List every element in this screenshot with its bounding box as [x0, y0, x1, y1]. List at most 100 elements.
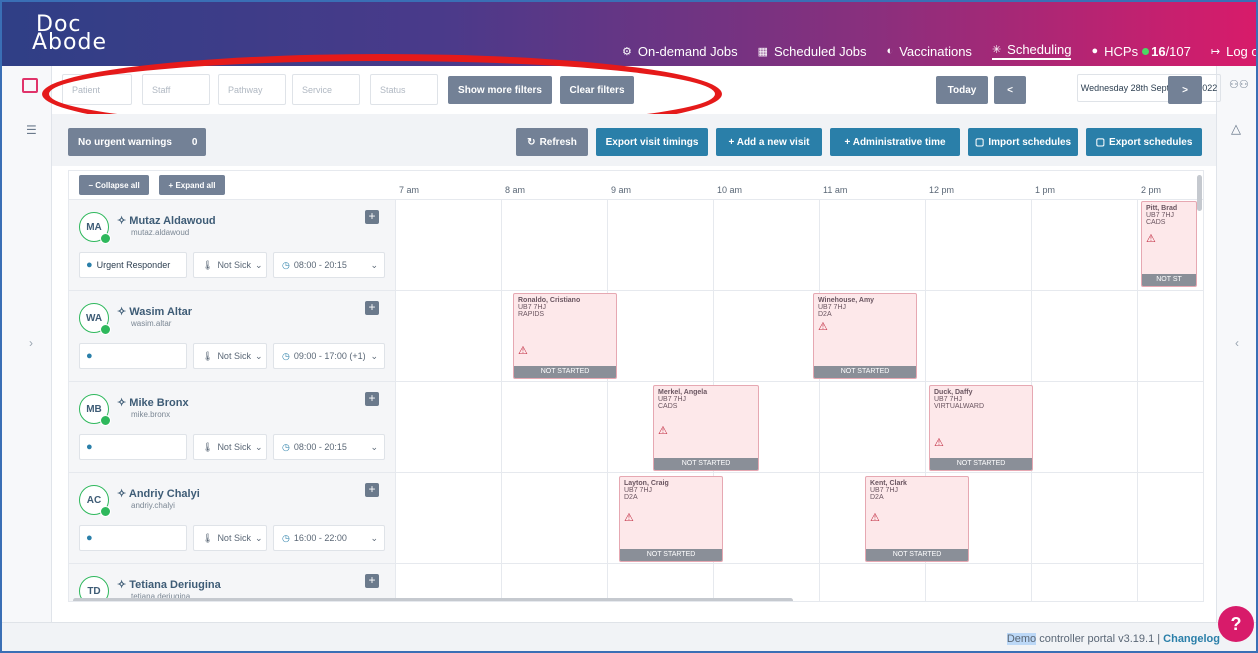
thermometer-icon: 🌡 [202, 350, 214, 361]
add-visit-icon[interactable]: + [365, 210, 379, 224]
shift-time-select[interactable]: ◷ 16:00 - 22:00 ⌄ [273, 525, 385, 551]
visit-card[interactable]: Kent, Clark UB7 7HJ D2A ⚠ NOT STARTED [865, 476, 969, 562]
calendar-view-icon[interactable] [22, 78, 38, 93]
nav-scheduled-jobs[interactable]: ▦ Scheduled Jobs [758, 42, 867, 60]
chevron-down-icon: ⌄ [370, 350, 378, 361]
staff-username: wasim.altar [131, 319, 172, 328]
export-visit-timings-button[interactable]: Export visit timings [596, 128, 708, 156]
visit-card[interactable]: Duck, Daffy UB7 7HJ VIRTUALWARD ⚠ NOT ST… [929, 385, 1033, 471]
role-field[interactable]: ● [79, 343, 187, 369]
sick-status-select[interactable]: 🌡 Not Sick ⌄ [193, 525, 267, 551]
staff-name[interactable]: ✧ Mutaz Aldawoud [117, 214, 216, 227]
chevron-down-icon: ⌄ [370, 532, 378, 543]
visit-card[interactable]: Layton, Craig UB7 7HJ D2A ⚠ NOT STARTED [619, 476, 723, 562]
next-day-button[interactable]: > [1168, 76, 1202, 104]
role-field[interactable]: ● [79, 525, 187, 551]
visit-card[interactable]: Ronaldo, Cristiano UB7 7HJ RAPIDS ⚠ NOT … [513, 293, 617, 379]
vertical-scrollbar[interactable] [1197, 175, 1202, 211]
pin-icon[interactable]: ✧ [117, 579, 129, 591]
time-label: 10 am [717, 185, 743, 195]
pathway-filter[interactable]: Pathway [218, 74, 286, 105]
thermometer-icon: 🌡 [202, 441, 214, 452]
service-filter[interactable]: Service [292, 74, 360, 105]
visit-status: NOT STARTED [814, 366, 916, 378]
nav-hcps[interactable]: ● HCPs 16/107 [1091, 42, 1190, 60]
add-visit-icon[interactable]: + [365, 301, 379, 315]
role-field[interactable]: ● [79, 434, 187, 460]
team-icon[interactable]: ⚇⚇ [1229, 78, 1249, 91]
staff-name[interactable]: ✧ Mike Bronx [117, 396, 189, 409]
patient-filter[interactable]: Patient [62, 74, 132, 105]
add-new-visit-button[interactable]: + Add a new visit [716, 128, 822, 156]
avatar: WA [79, 303, 111, 335]
shift-time-select[interactable]: ◷ 08:00 - 20:15 ⌄ [273, 252, 385, 278]
clear-filters-button[interactable]: Clear filters [560, 76, 634, 104]
nav-on-demand-jobs[interactable]: ⚙ On-demand Jobs [622, 42, 738, 60]
thermometer-icon: 🌡 [202, 259, 214, 270]
staff-row: TD ✧ Tetiana Deriugina tetiana.deriugina… [69, 564, 395, 601]
staff-name-label: Mike Bronx [129, 397, 189, 409]
sick-status-select[interactable]: 🌡 Not Sick ⌄ [193, 434, 267, 460]
filter-bar: Patient Staff Pathway Service Status Sho… [52, 66, 1221, 114]
visit-status: NOT STARTED [654, 458, 758, 470]
shift-time-select[interactable]: ◷ 08:00 - 20:15 ⌄ [273, 434, 385, 460]
sick-status-select[interactable]: 🌡 Not Sick ⌄ [193, 343, 267, 369]
expand-all-button[interactable]: + Expand all [159, 175, 225, 195]
staff-name-label: Mutaz Aldawoud [129, 215, 216, 227]
logo-line2: Abode [32, 30, 107, 55]
help-button[interactable]: ? [1218, 606, 1254, 642]
nav-log-out[interactable]: ↦ Log out [1211, 42, 1256, 60]
staff-name[interactable]: ✧ Wasim Altar [117, 305, 192, 318]
warning-icon: ⚠ [1146, 233, 1156, 245]
warning-triangle-icon[interactable]: △ [1231, 121, 1241, 137]
visit-service: RAPIDS [518, 311, 545, 318]
changelog-link[interactable]: Changelog [1163, 633, 1220, 645]
refresh-button[interactable]: ↻ Refresh [516, 128, 588, 156]
calendar-icon: ▢ [974, 136, 985, 148]
visit-card[interactable]: Winehouse, Amy UB7 7HJ D2A ⚠ NOT STARTED [813, 293, 917, 379]
shift-time-select[interactable]: ◷ 09:00 - 17:00 (+1) ⌄ [273, 343, 385, 369]
today-button[interactable]: Today [936, 76, 988, 104]
add-visit-icon[interactable]: + [365, 574, 379, 588]
urgent-warnings-button[interactable]: No urgent warnings 0 [68, 128, 206, 156]
visit-card[interactable]: Merkel, Angela UB7 7HJ CADS ⚠ NOT STARTE… [653, 385, 759, 471]
administrative-time-button[interactable]: + Administrative time [830, 128, 960, 156]
pin-icon[interactable]: ✧ [117, 397, 129, 409]
grid-line [395, 199, 396, 601]
chevron-down-icon: ⌄ [370, 441, 378, 452]
prev-day-button[interactable]: < [994, 76, 1026, 104]
staff-name[interactable]: ✧ Tetiana Deriugina [117, 578, 221, 591]
doc-abode-logo[interactable]: Doc Abode [32, 14, 107, 54]
action-bar: No urgent warnings 0 ↻ Refresh Export vis… [52, 114, 1216, 166]
left-sidebar: ☰ › [2, 66, 52, 626]
sick-status-select[interactable]: 🌡 Not Sick ⌄ [193, 252, 267, 278]
horizontal-scrollbar[interactable] [73, 598, 793, 601]
pin-icon[interactable]: ✧ [117, 306, 129, 318]
staff-name[interactable]: ✧ Andriy Chalyi [117, 487, 200, 500]
export-schedules-button[interactable]: ▢ Export schedules [1086, 128, 1202, 156]
visit-status: NOT ST [1142, 274, 1196, 286]
list-view-icon[interactable]: ☰ [26, 123, 37, 137]
role-field[interactable]: ● Urgent Responder [79, 252, 187, 278]
status-filter[interactable]: Status [370, 74, 438, 105]
nav-vaccinations[interactable]: ◐ Vaccinations [887, 42, 972, 60]
chevron-right-icon[interactable]: › [29, 336, 33, 350]
add-visit-icon[interactable]: + [365, 483, 379, 497]
import-label: Import schedules [988, 136, 1072, 148]
thermometer-icon: 🌡 [202, 532, 214, 543]
pin-icon[interactable]: ✧ [117, 488, 129, 500]
visit-service: D2A [818, 311, 832, 318]
add-visit-icon[interactable]: + [365, 392, 379, 406]
visit-patient-name: Ronaldo, Cristiano [518, 297, 581, 304]
visit-service: VIRTUALWARD [934, 403, 985, 410]
nav-label: HCPs [1104, 43, 1139, 59]
chevron-left-icon[interactable]: ‹ [1235, 336, 1239, 350]
pin-icon[interactable]: ✧ [117, 215, 129, 227]
show-more-filters-button[interactable]: Show more filters [448, 76, 552, 104]
nav-scheduling[interactable]: ✳ Scheduling [991, 42, 1072, 60]
import-schedules-button[interactable]: ▢ Import schedules [968, 128, 1078, 156]
collapse-all-button[interactable]: − Collapse all [79, 175, 149, 195]
staff-filter[interactable]: Staff [142, 74, 210, 105]
visit-card[interactable]: Pitt, Brad UB7 7HJ CADS ⚠ NOT ST [1141, 201, 1197, 287]
time-label: 11 am [823, 185, 848, 195]
